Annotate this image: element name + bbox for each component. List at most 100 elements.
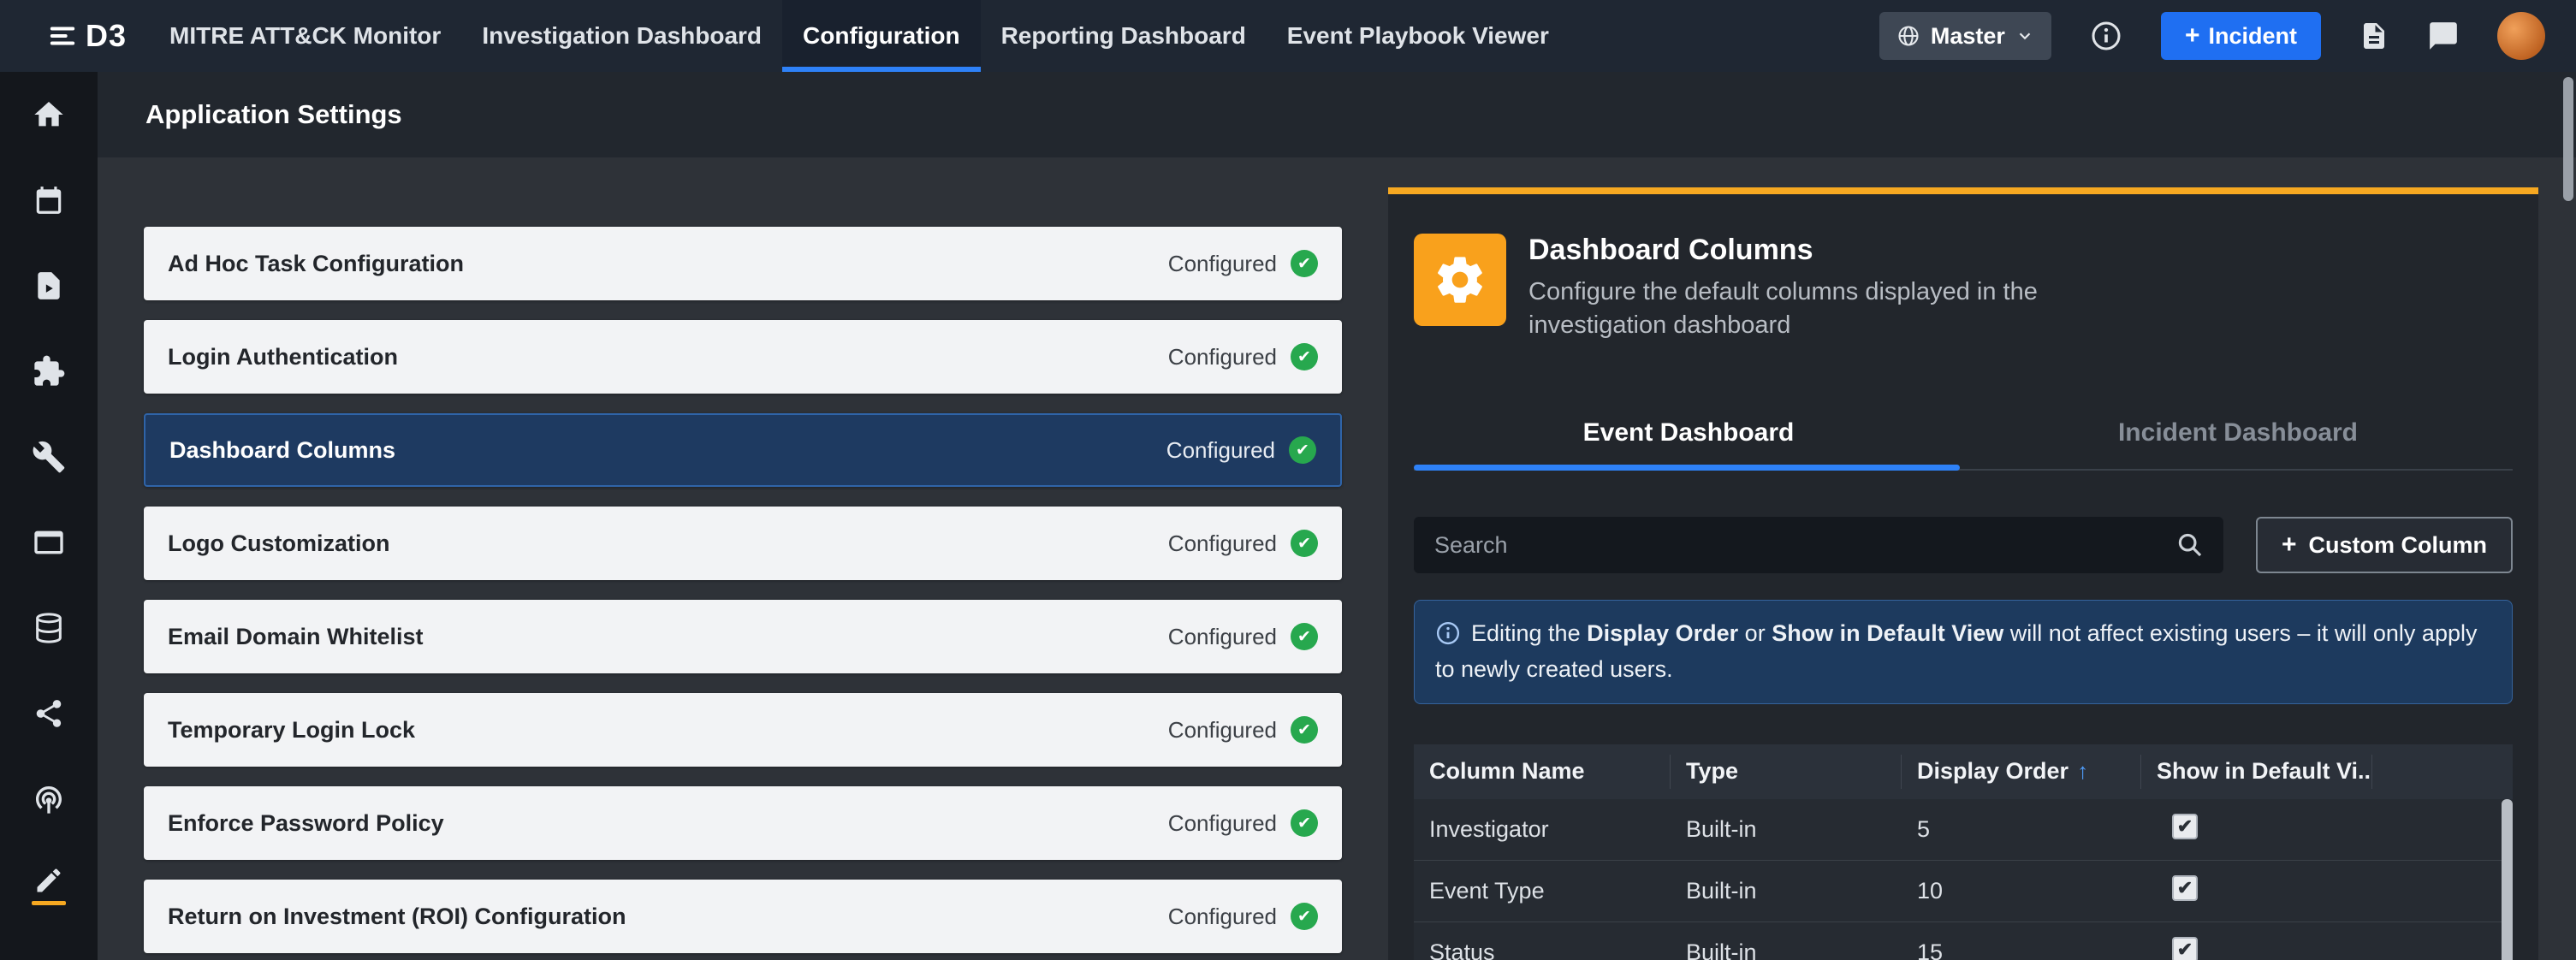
cell-display-order: 15 [1902,939,2141,960]
settings-item-label: Enforce Password Policy [168,810,444,837]
cell-column-name: Event Type [1414,878,1671,904]
sidebar-item-window[interactable] [0,500,98,585]
logo-text: D3 [86,18,127,54]
info-button[interactable] [2089,19,2123,53]
sidebar-item-integrations[interactable] [0,329,98,414]
status-text: Configured [1166,437,1275,464]
app-logo[interactable]: D3 [0,0,149,72]
status-text: Configured [1168,904,1277,930]
table-row-investigator: Investigator Built-in 5 [1414,799,2513,861]
cell-show-in-default-view [2141,937,2372,960]
info-icon [2089,19,2123,53]
settings-item-status: Configured ✔ [1166,436,1316,464]
custom-column-button[interactable]: + Custom Column [2256,517,2513,573]
nav-item-mitre-attack-monitor[interactable]: MITRE ATT&CK Monitor [149,0,461,72]
app-body: Application Settings Ad Hoc Task Configu… [0,72,2576,960]
sidebar-item-database[interactable] [0,585,98,671]
detail-panel-header: Dashboard Columns Configure the default … [1414,194,2513,397]
cell-display-order: 5 [1902,816,2141,843]
cell-column-name: Investigator [1414,816,1671,843]
settings-item-ad-hoc-task-configuration[interactable]: Ad Hoc Task Configuration Configured ✔ [144,227,1342,300]
user-avatar[interactable] [2497,12,2545,60]
dashboard-tabs: Event Dashboard Incident Dashboard [1414,397,2513,471]
nav-item-reporting-dashboard[interactable]: Reporting Dashboard [981,0,1267,72]
environment-label: Master [1931,23,2005,50]
nav-item-event-playbook-viewer[interactable]: Event Playbook Viewer [1267,0,1570,72]
settings-item-status: Configured ✔ [1168,343,1318,370]
settings-item-dashboard-columns[interactable]: Dashboard Columns Configured ✔ [144,413,1342,487]
puzzle-icon [32,354,66,388]
settings-item-enforce-password-policy[interactable]: Enforce Password Policy Configured ✔ [144,786,1342,860]
report-button[interactable] [2359,21,2389,51]
status-text: Configured [1168,530,1277,557]
incident-button-label: Incident [2208,23,2297,50]
content-area: Ad Hoc Task Configuration Configured ✔ L… [98,157,2576,960]
settings-item-status: Configured ✔ [1168,530,1318,557]
document-icon [2359,21,2389,51]
show-in-default-view-checkbox[interactable] [2172,875,2198,901]
settings-item-logo-customization[interactable]: Logo Customization Configured ✔ [144,507,1342,580]
settings-item-label: Login Authentication [168,344,398,370]
status-text: Configured [1168,810,1277,837]
search-input[interactable] [1414,517,2223,573]
chevron-down-icon [2015,27,2034,45]
sidebar-item-calendar[interactable] [0,157,98,243]
sidebar-item-tools[interactable] [0,414,98,500]
header-show-in-default-view[interactable]: Show in Default Vi... [2141,755,2372,789]
settings-item-status: Configured ✔ [1168,250,1318,277]
nav-item-investigation-dashboard[interactable]: Investigation Dashboard [461,0,782,72]
new-incident-button[interactable]: + Incident [2161,12,2321,60]
page-scrollbar[interactable] [2563,77,2573,201]
main-area: Application Settings Ad Hoc Task Configu… [98,72,2576,960]
tab-incident-dashboard[interactable]: Incident Dashboard [1963,397,2513,469]
search-row: + Custom Column [1414,517,2513,573]
chat-button[interactable] [2427,20,2460,52]
sidebar-item-playbook[interactable] [0,243,98,329]
status-text: Configured [1168,717,1277,744]
settings-item-email-domain-whitelist[interactable]: Email Domain Whitelist Configured ✔ [144,600,1342,673]
share-network-icon [33,697,65,730]
show-in-default-view-checkbox[interactable] [2172,937,2198,960]
sidebar-item-broadcast[interactable] [0,756,98,842]
info-text-bold-display-order: Display Order [1587,620,1738,646]
database-icon [32,611,66,645]
header-display-order[interactable]: Display Order ↑ [1902,755,2141,789]
nav-item-configuration[interactable]: Configuration [782,0,981,72]
sidebar-item-connections[interactable] [0,671,98,756]
show-in-default-view-checkbox[interactable] [2172,814,2198,839]
header-actions [2372,755,2513,789]
table-scrollbar[interactable] [2502,799,2513,960]
header-type[interactable]: Type [1671,755,1902,789]
cell-show-in-default-view [2141,875,2372,907]
settings-item-login-authentication[interactable]: Login Authentication Configured ✔ [144,320,1342,394]
tab-event-dashboard[interactable]: Event Dashboard [1414,397,1963,469]
info-text-middle: or [1738,620,1772,646]
info-text-bold-show-default: Show in Default View [1772,620,2003,646]
status-text: Configured [1168,251,1277,277]
chat-icon [2427,20,2460,52]
page-title: Application Settings [145,99,402,130]
cell-show-in-default-view [2141,814,2372,845]
plus-icon: + [2282,530,2297,560]
playbook-icon [33,270,65,302]
table-header-row: Column Name Type Display Order ↑ Show in… [1414,744,2513,799]
sort-ascending-icon: ↑ [2077,758,2088,785]
pen-icon [33,865,64,896]
panel-header-text: Dashboard Columns Configure the default … [1528,234,2093,342]
settings-item-roi-configuration[interactable]: Return on Investment (ROI) Configuration… [144,880,1342,953]
settings-list: Ad Hoc Task Configuration Configured ✔ L… [144,157,1342,960]
broadcast-icon [32,782,66,816]
settings-item-temporary-login-lock[interactable]: Temporary Login Lock Configured ✔ [144,693,1342,767]
header-column-name[interactable]: Column Name [1414,755,1671,789]
settings-item-status: Configured ✔ [1168,809,1318,837]
window-icon [32,525,66,560]
icon-sidebar [0,72,98,960]
sidebar-item-signature[interactable] [0,842,98,927]
configured-check-icon: ✔ [1291,623,1318,650]
info-text-prefix: Editing the [1471,620,1587,646]
sidebar-item-home[interactable] [0,72,98,157]
cell-type: Built-in [1671,816,1902,843]
panel-title: Dashboard Columns [1528,234,2093,267]
environment-dropdown[interactable]: Master [1879,12,2051,60]
primary-nav: MITRE ATT&CK Monitor Investigation Dashb… [149,0,1570,72]
